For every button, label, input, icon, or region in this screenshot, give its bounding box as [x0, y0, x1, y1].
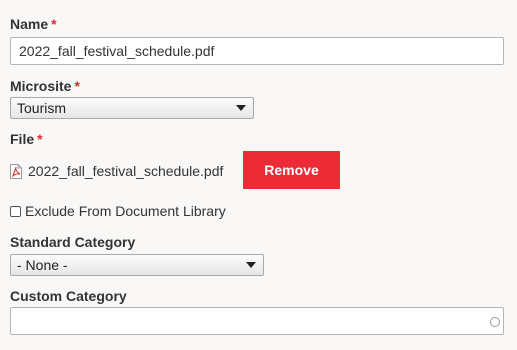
exclude-from-library-checkbox[interactable] [10, 205, 21, 217]
custom-category-input[interactable] [10, 307, 504, 335]
remove-button[interactable]: Remove [243, 151, 340, 189]
dropdown-arrow-icon [236, 105, 246, 111]
microsite-select[interactable]: Tourism [10, 97, 254, 119]
exclude-from-library-label[interactable]: Exclude From Document Library [25, 203, 226, 219]
circle-icon [490, 317, 500, 327]
file-label: File * [10, 131, 43, 147]
microsite-label: Microsite * [10, 78, 80, 94]
standard-category-label: Standard Category [10, 234, 136, 250]
pdf-file-icon [10, 164, 22, 179]
standard-category-selected-value: - None - [17, 257, 68, 273]
exclude-from-library-row: Exclude From Document Library [10, 203, 226, 219]
dropdown-arrow-icon [246, 262, 256, 268]
custom-category-label: Custom Category [10, 288, 127, 304]
required-marker: * [74, 78, 80, 94]
standard-category-select[interactable]: - None - [10, 254, 264, 276]
name-input[interactable]: 2022_fall_festival_schedule.pdf [10, 37, 504, 65]
file-attachment: 2022_fall_festival_schedule.pdf [10, 152, 223, 189]
required-marker: * [51, 16, 57, 32]
required-marker: * [37, 131, 43, 147]
file-name-link[interactable]: 2022_fall_festival_schedule.pdf [28, 163, 223, 179]
name-label: Name * [10, 16, 57, 32]
microsite-selected-value: Tourism [17, 100, 67, 116]
